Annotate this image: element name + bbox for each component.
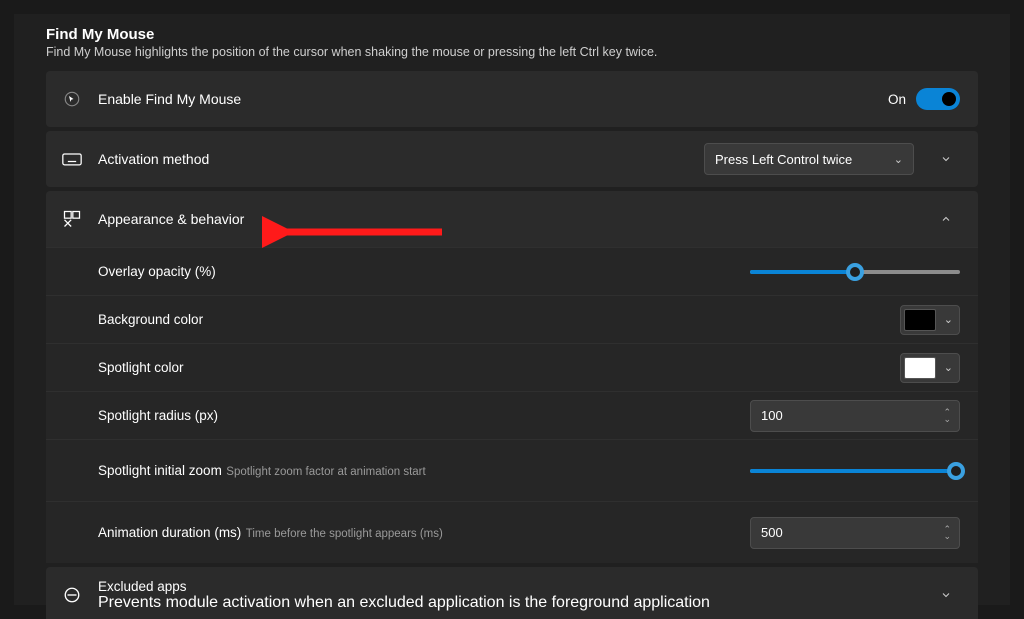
spotcolor-label: Spotlight color (98, 360, 184, 375)
enable-label: Enable Find My Mouse (98, 91, 888, 107)
animdur-sublabel: Time before the spotlight appears (ms) (246, 528, 443, 540)
radius-label: Spotlight radius (px) (98, 408, 218, 423)
zoom-slider[interactable] (750, 461, 960, 481)
enable-card: Enable Find My Mouse On (46, 71, 978, 127)
radius-row: Spotlight radius (px) 100 ⌃⌄ (46, 391, 978, 439)
bgcolor-row: Background color ⌄ (46, 295, 978, 343)
opacity-slider[interactable] (750, 262, 960, 282)
spotcolor-row: Spotlight color ⌄ (46, 343, 978, 391)
enable-state: On (888, 92, 906, 107)
stepper-icon[interactable]: ⌃⌄ (943, 526, 951, 540)
zoom-sublabel: Spotlight zoom factor at animation start (226, 466, 425, 478)
activation-dropdown[interactable]: Press Left Control twice ⌄ (704, 143, 914, 175)
stepper-icon[interactable]: ⌃⌄ (943, 409, 951, 423)
appearance-card: Appearance & behavior Overlay opacity (%… (46, 191, 978, 563)
excluded-expander[interactable] (932, 589, 960, 601)
opacity-row: Overlay opacity (%) (46, 247, 978, 295)
excluded-label: Excluded apps (98, 579, 924, 594)
animdur-label: Animation duration (ms) (98, 525, 241, 540)
radius-value: 100 (761, 408, 783, 423)
radius-input[interactable]: 100 ⌃⌄ (750, 400, 960, 432)
excluded-sublabel: Prevents module activation when an exclu… (98, 594, 924, 612)
zoom-label: Spotlight initial zoom (98, 463, 222, 478)
chevron-down-icon: ⌄ (944, 361, 953, 374)
excluded-card: Excluded apps Prevents module activation… (46, 567, 978, 619)
enable-toggle[interactable] (916, 88, 960, 110)
appearance-icon (58, 209, 86, 229)
activation-card: Activation method Press Left Control twi… (46, 131, 978, 187)
zoom-row: Spotlight initial zoom Spotlight zoom fa… (46, 439, 978, 501)
spotcolor-swatch (904, 357, 936, 379)
bgcolor-button[interactable]: ⌄ (900, 305, 960, 335)
exclude-icon (58, 586, 86, 604)
bgcolor-label: Background color (98, 312, 203, 327)
animdur-row: Animation duration (ms) Time before the … (46, 501, 978, 563)
page-title: Find My Mouse (46, 26, 978, 43)
page-description: Find My Mouse highlights the position of… (46, 45, 978, 59)
spotcolor-button[interactable]: ⌄ (900, 353, 960, 383)
appearance-label: Appearance & behavior (98, 211, 924, 227)
animdur-value: 500 (761, 525, 783, 540)
chevron-down-icon: ⌄ (944, 313, 953, 326)
opacity-label: Overlay opacity (%) (98, 264, 216, 279)
cursor-icon (58, 90, 86, 108)
activation-expander[interactable] (932, 153, 960, 165)
keyboard-icon (58, 151, 86, 167)
chevron-down-icon: ⌄ (894, 153, 903, 166)
settings-window: Find My Mouse Find My Mouse highlights t… (14, 14, 1010, 605)
bgcolor-swatch (904, 309, 936, 331)
appearance-expander[interactable] (932, 213, 960, 225)
activation-value: Press Left Control twice (715, 152, 852, 167)
activation-label: Activation method (98, 151, 704, 167)
animdur-input[interactable]: 500 ⌃⌄ (750, 517, 960, 549)
